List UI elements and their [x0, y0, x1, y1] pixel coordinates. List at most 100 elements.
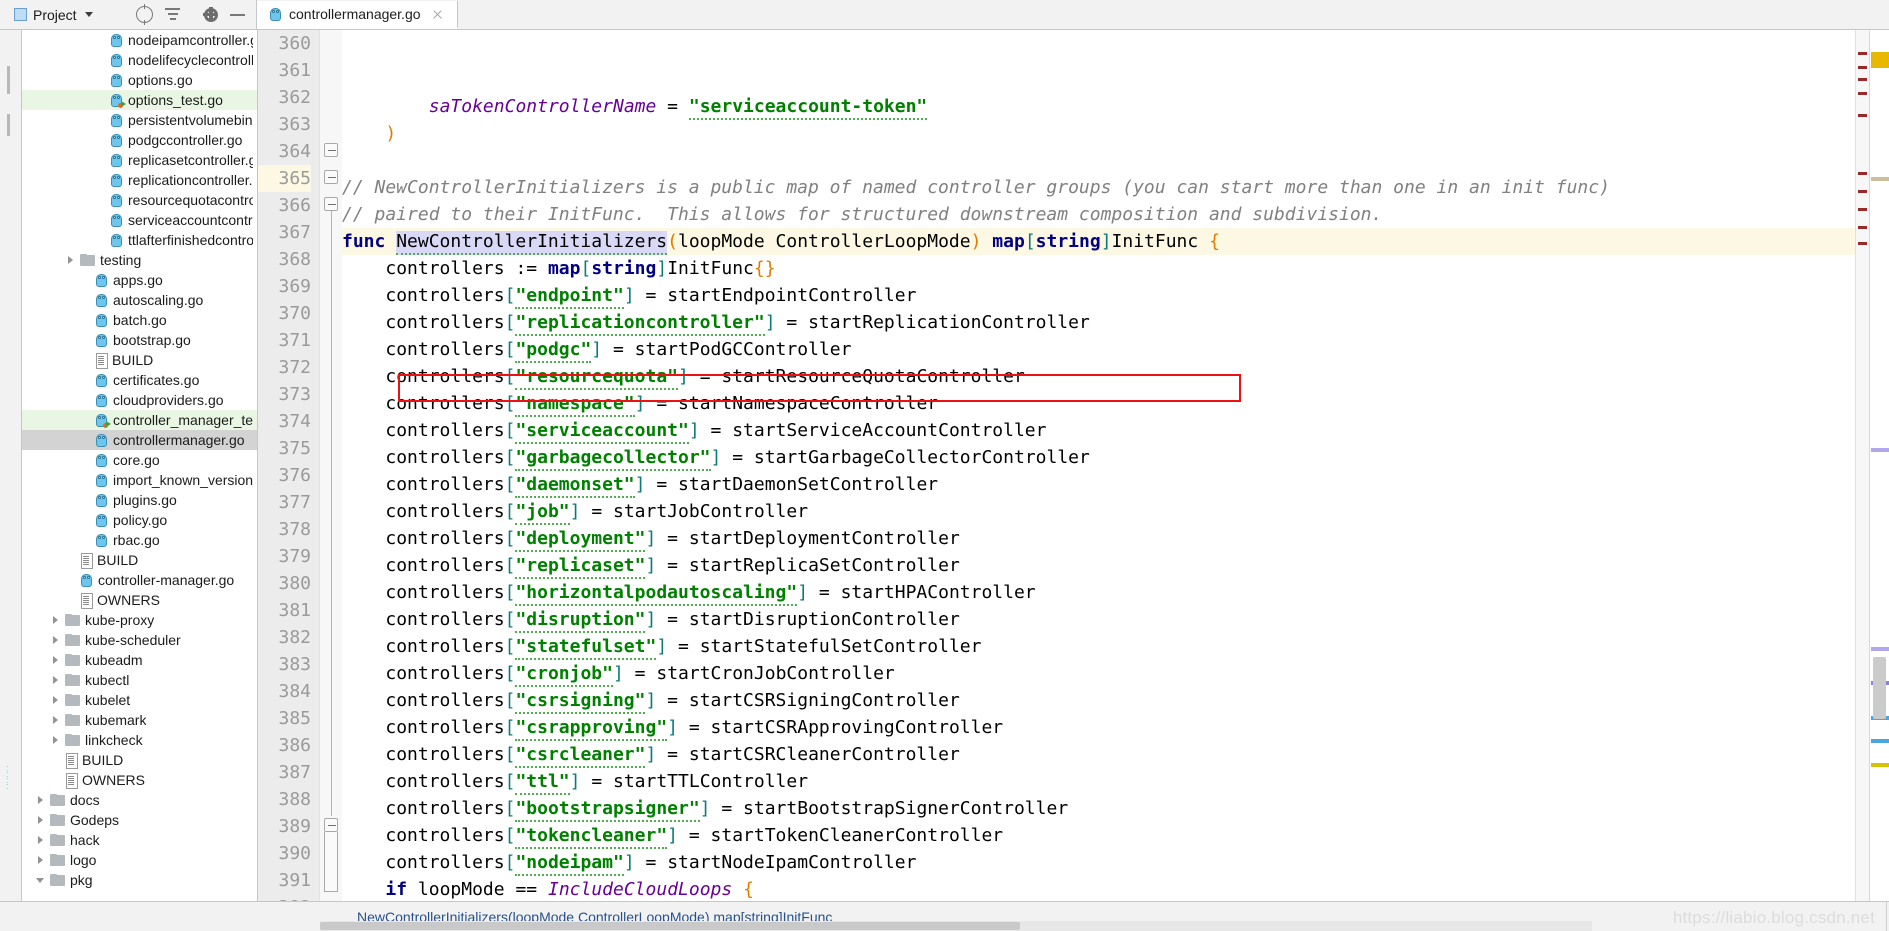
tree-item[interactable]: replicasetcontroller.go: [22, 150, 257, 170]
hide-panel-icon[interactable]: [229, 6, 246, 23]
tree-item[interactable]: logo: [22, 850, 257, 870]
code-editor[interactable]: 360 361 362 363 364 365 366 367 368 369 370 371 372 3…: [258, 30, 1889, 901]
code-folding-column[interactable]: [320, 30, 342, 901]
code-line[interactable]: controllers["tokencleaner"] = startToken…: [342, 822, 1855, 849]
tree-item[interactable]: autoscaling.go: [22, 290, 257, 310]
tab-controllermanager-go[interactable]: controllermanager.go: [257, 1, 458, 29]
project-view-selector[interactable]: Project: [14, 7, 93, 23]
code-line[interactable]: controllers["csrcleaner"] = startCSRClea…: [342, 741, 1855, 768]
fold-marker-func[interactable]: [324, 197, 338, 211]
tree-item[interactable]: kube-scheduler: [22, 630, 257, 650]
marker-usage-1[interactable]: [1871, 448, 1889, 452]
vertical-scrollbar-thumb[interactable]: [1873, 657, 1886, 719]
code-line[interactable]: controllers["bootstrapsigner"] = startBo…: [342, 795, 1855, 822]
tree-item[interactable]: certificates.go: [22, 370, 257, 390]
marker-warning[interactable]: [1871, 52, 1889, 68]
tree-item[interactable]: pkg: [22, 870, 257, 890]
chevron-right-icon[interactable]: [36, 836, 45, 845]
chevron-right-icon[interactable]: [51, 736, 60, 745]
tree-item[interactable]: kubeadm: [22, 650, 257, 670]
tree-item[interactable]: plugins.go: [22, 490, 257, 510]
code-line[interactable]: controllers["nodeipam"] = startNodeIpamC…: [342, 849, 1855, 876]
code-line[interactable]: controllers["endpoint"] = startEndpointC…: [342, 282, 1855, 309]
tree-item[interactable]: cloudproviders.go: [22, 390, 257, 410]
tree-item[interactable]: resourcequotacontroller.go: [22, 190, 257, 210]
tree-item[interactable]: OWNERS: [22, 590, 257, 610]
tree-item[interactable]: kube-proxy: [22, 610, 257, 630]
tree-item[interactable]: apps.go: [22, 270, 257, 290]
code-line[interactable]: controllers["horizontalpodautoscaling"] …: [342, 579, 1855, 606]
fold-marker-if[interactable]: [324, 818, 338, 832]
code-text[interactable]: saTokenControllerName = "serviceaccount-…: [342, 30, 1855, 901]
code-line[interactable]: controllers["disruption"] = startDisrupt…: [342, 606, 1855, 633]
marker-usage-2[interactable]: [1871, 647, 1889, 651]
close-icon[interactable]: [432, 9, 443, 20]
horizontal-scrollbar[interactable]: [320, 921, 1592, 931]
chevron-right-icon[interactable]: [36, 796, 45, 805]
chevron-right-icon[interactable]: [51, 656, 60, 665]
settings-gear-icon[interactable]: [203, 6, 218, 22]
chevron-right-icon[interactable]: [51, 676, 60, 685]
code-line[interactable]: controllers["ttl"] = startTTLController: [342, 768, 1855, 795]
fold-marker-comment[interactable]: [324, 143, 338, 157]
code-line[interactable]: controllers["replicationcontroller"] = s…: [342, 309, 1855, 336]
code-line[interactable]: controllers["replicaset"] = startReplica…: [342, 552, 1855, 579]
code-line[interactable]: controllers["serviceaccount"] = startSer…: [342, 417, 1855, 444]
tree-item[interactable]: replicationcontroller.go: [22, 170, 257, 190]
code-line[interactable]: ): [342, 120, 1855, 147]
code-line[interactable]: [342, 147, 1855, 174]
tree-item[interactable]: persistentvolumebinder.go: [22, 110, 257, 130]
tree-item[interactable]: nodelifecyclecontroller.go: [22, 50, 257, 70]
tree-item[interactable]: podgccontroller.go: [22, 130, 257, 150]
tree-item[interactable]: batch.go: [22, 310, 257, 330]
strip-handle-mid[interactable]: [7, 114, 10, 136]
code-line[interactable]: if loopMode == IncludeCloudLoops {: [342, 876, 1855, 901]
tree-item[interactable]: BUILD: [22, 350, 257, 370]
locate-icon[interactable]: [136, 4, 153, 25]
tree-item[interactable]: rbac.go: [22, 530, 257, 550]
tree-item[interactable]: controllermanager.go: [22, 430, 257, 450]
strip-handle-top[interactable]: [7, 66, 10, 94]
tree-item[interactable]: ttlafterfinishedcontroller.go: [22, 230, 257, 250]
tree-item[interactable]: core.go: [22, 450, 257, 470]
chevron-right-icon[interactable]: [66, 256, 75, 265]
code-line[interactable]: controllers["daemonset"] = startDaemonSe…: [342, 471, 1855, 498]
code-line[interactable]: controllers["statefulset"] = startStatef…: [342, 633, 1855, 660]
code-line[interactable]: controllers["csrapproving"] = startCSRAp…: [342, 714, 1855, 741]
chevron-down-icon[interactable]: [36, 876, 45, 885]
tree-item[interactable]: options.go: [22, 70, 257, 90]
marker-info-2[interactable]: [1871, 739, 1889, 743]
tree-item[interactable]: controller-manager.go: [22, 570, 257, 590]
tree-item[interactable]: kubelet: [22, 690, 257, 710]
code-line[interactable]: controllers["deployment"] = startDeploym…: [342, 525, 1855, 552]
marker-warning-2[interactable]: [1871, 763, 1889, 767]
tree-item[interactable]: controller_manager_test.go: [22, 410, 257, 430]
tree-item[interactable]: OWNERS: [22, 770, 257, 790]
code-line[interactable]: controllers["garbagecollector"] = startG…: [342, 444, 1855, 471]
editor-scrollbar-markers[interactable]: [1869, 30, 1889, 901]
code-line[interactable]: controllers["cronjob"] = startCronJobCon…: [342, 660, 1855, 687]
code-line[interactable]: controllers["resourcequota"] = startReso…: [342, 363, 1855, 390]
tree-item[interactable]: nodeipamcontroller.go: [22, 30, 257, 50]
tree-item[interactable]: docs: [22, 790, 257, 810]
code-line[interactable]: func NewControllerInitializers(loopMode …: [342, 228, 1855, 255]
tree-item[interactable]: linkcheck: [22, 730, 257, 750]
code-line[interactable]: // paired to their InitFunc. This allows…: [342, 201, 1855, 228]
code-line[interactable]: controllers["csrsigning"] = startCSRSign…: [342, 687, 1855, 714]
tree-item[interactable]: kubemark: [22, 710, 257, 730]
tree-item[interactable]: hack: [22, 830, 257, 850]
tree-item[interactable]: testing: [22, 250, 257, 270]
chevron-right-icon[interactable]: [51, 696, 60, 705]
tree-item[interactable]: policy.go: [22, 510, 257, 530]
tree-item[interactable]: serviceaccountcontroller.go: [22, 210, 257, 230]
tree-item[interactable]: kubectl: [22, 670, 257, 690]
fold-marker-comment-2[interactable]: [324, 170, 338, 184]
chevron-right-icon[interactable]: [36, 856, 45, 865]
tree-item[interactable]: import_known_versions.go: [22, 470, 257, 490]
code-line[interactable]: controllers["podgc"] = startPodGCControl…: [342, 336, 1855, 363]
marker-change-1[interactable]: [1871, 177, 1889, 181]
chevron-right-icon[interactable]: [51, 636, 60, 645]
tree-item[interactable]: options_test.go: [22, 90, 257, 110]
code-line[interactable]: controllers["job"] = startJobController: [342, 498, 1855, 525]
code-line[interactable]: controllers["namespace"] = startNamespac…: [342, 390, 1855, 417]
